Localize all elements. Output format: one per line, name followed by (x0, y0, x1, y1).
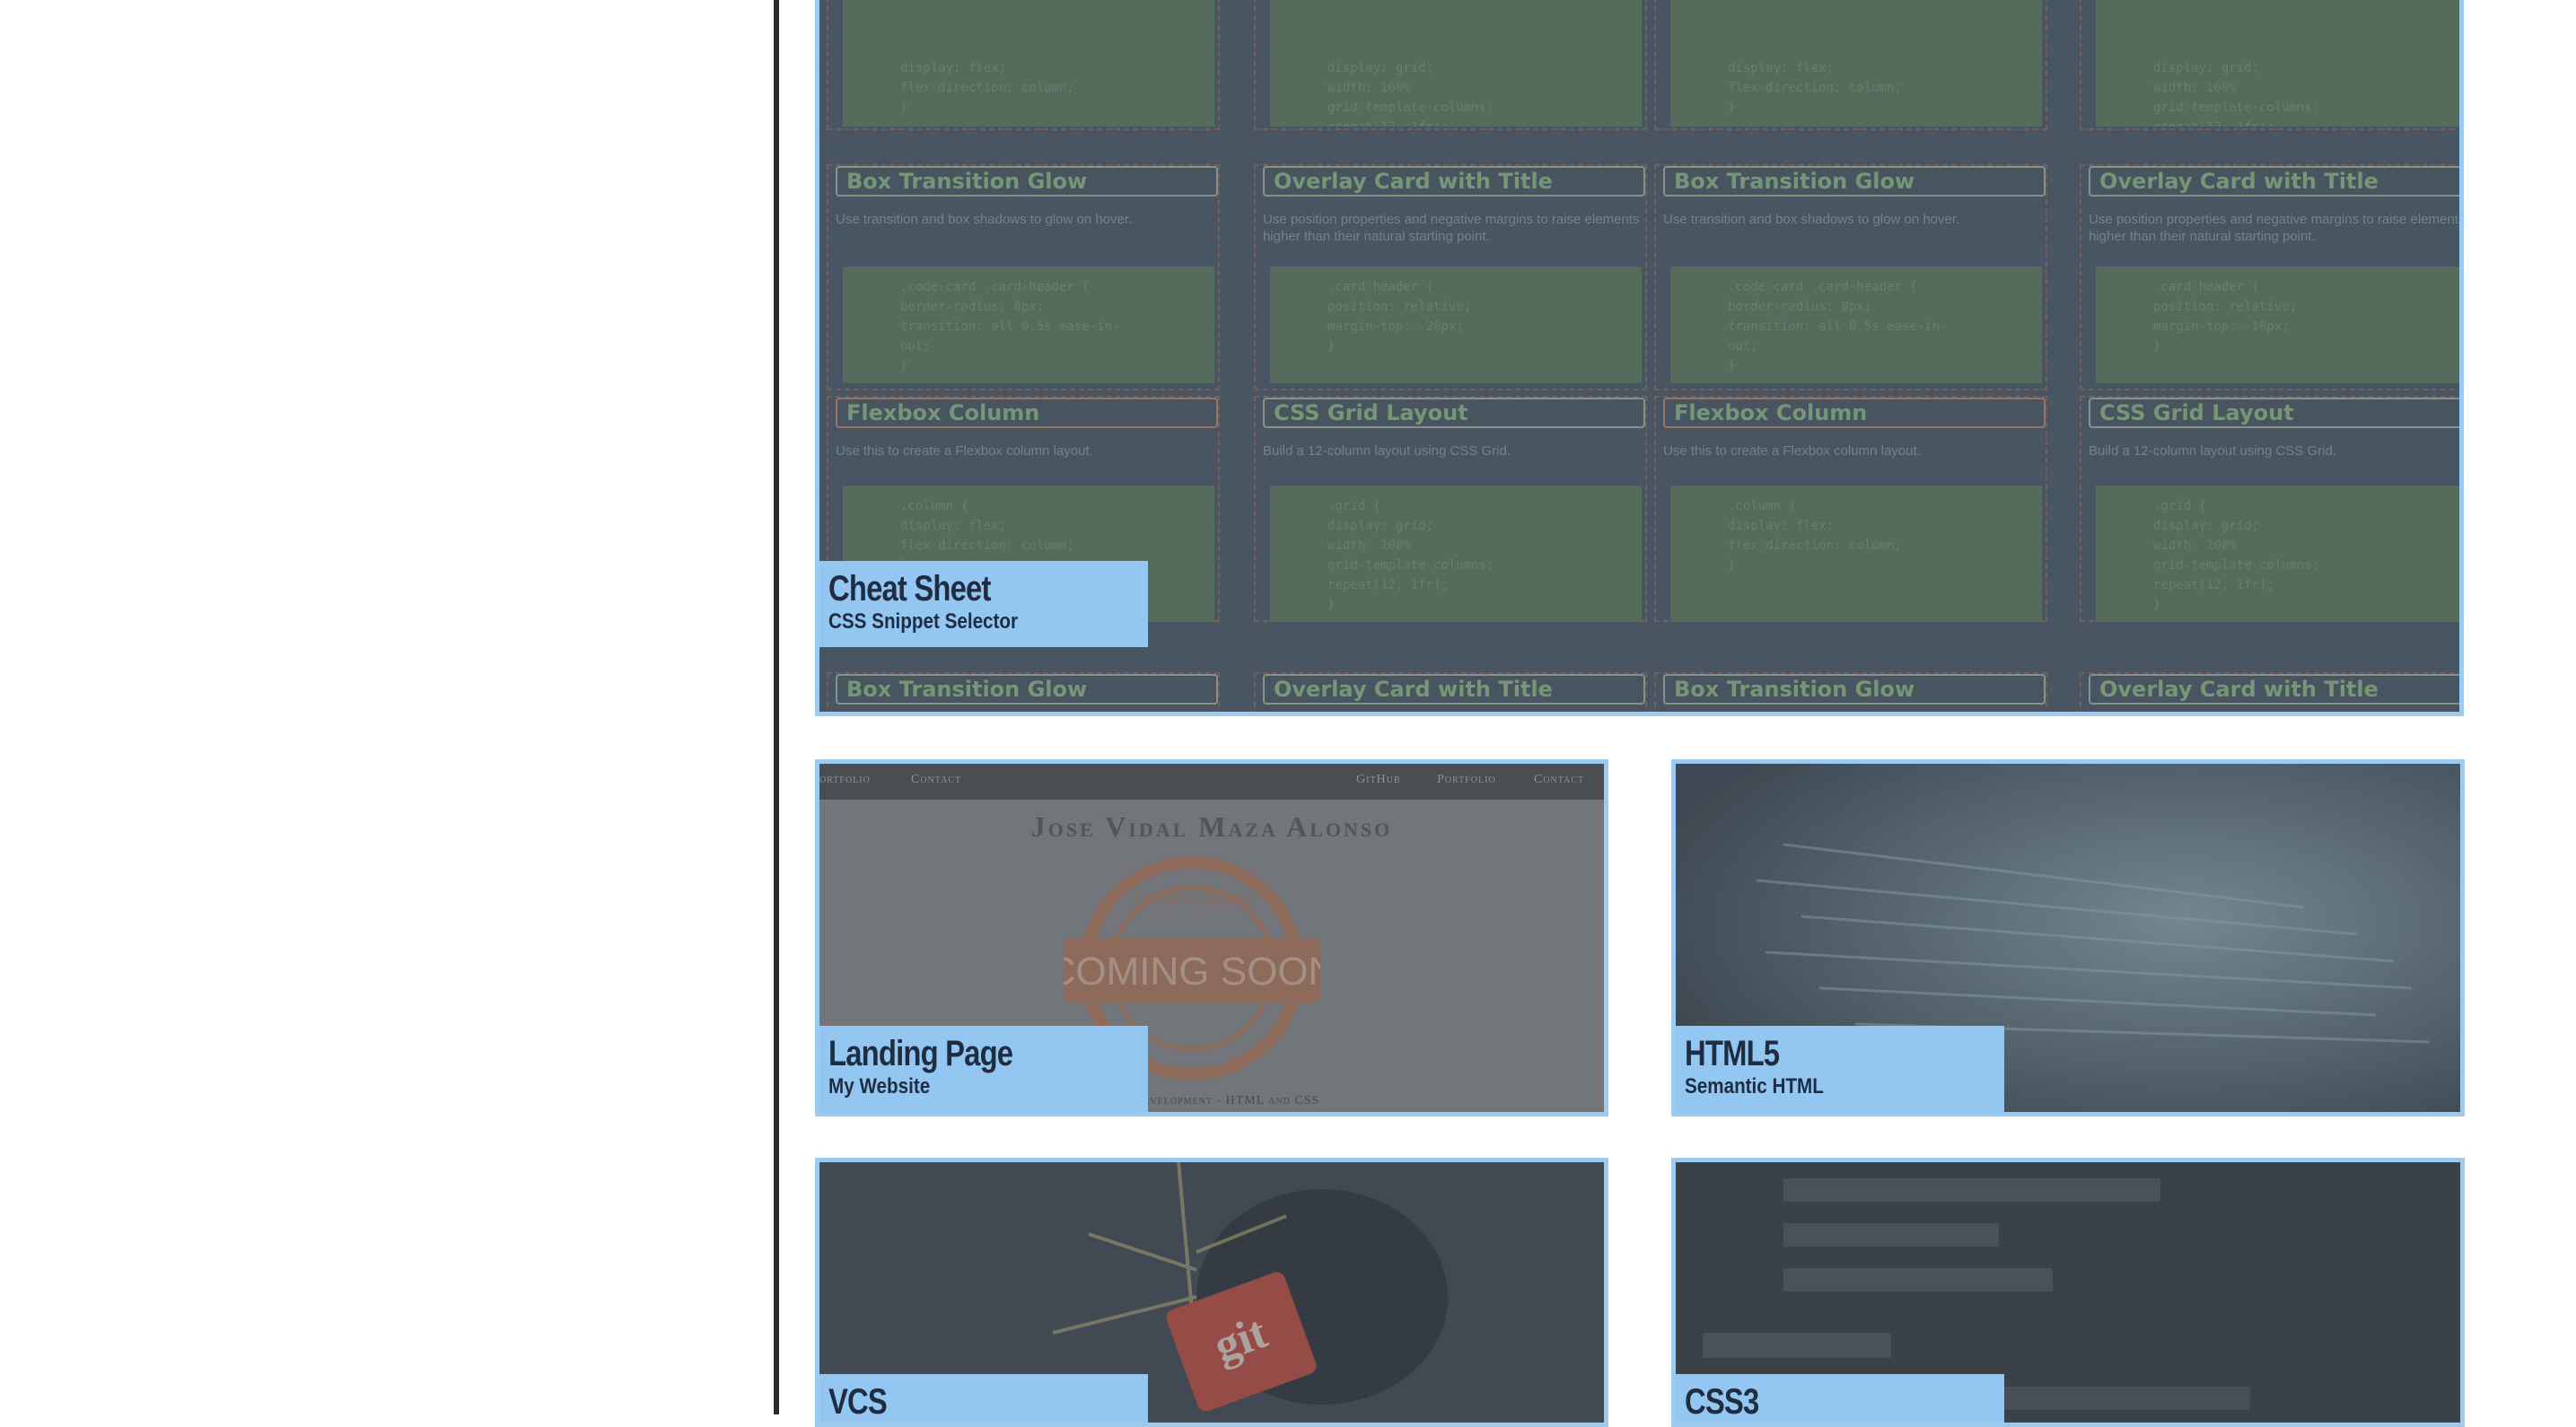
snippet-card[interactable]: Flexbox Column Use this to create a Flexb… (1654, 396, 2047, 622)
card-title: CSS3 (1685, 1382, 1759, 1422)
snippet-description: Use this to create a Flexbox column layo… (836, 443, 1093, 459)
card-label: HTML5 Semantic HTML (1676, 1026, 2004, 1112)
snippet-title: Overlay Card with Title (1263, 166, 1645, 197)
card-subtitle: My Website (828, 1074, 931, 1099)
project-card-css3[interactable]: CSS3 (1671, 1158, 2465, 1427)
snippet-card[interactable]: Box Transition Glow (1654, 672, 2047, 712)
snippet-code: .card-header { position: relative; margi… (2096, 267, 2459, 383)
snippet-card[interactable]: display: grid; width: 100% grid-template… (2080, 0, 2459, 130)
project-card-cheat-sheet[interactable]: display: flex; flex-direction: column; }… (815, 0, 2464, 716)
card-label: Cheat Sheet CSS Snippet Selector (819, 561, 1148, 647)
project-card-landing-page[interactable]: ortfolio Contact GitHub Portfolio Contac… (815, 759, 1608, 1116)
snippet-code: .column { display: flex; flex-direction:… (1670, 486, 2042, 622)
card-title: HTML5 (1685, 1034, 1780, 1073)
snippet-code: .grid { display: grid; width: 100% grid-… (1270, 486, 1642, 622)
preview-heading: Jose Vidal Maza Alonso (1030, 810, 1393, 843)
snippet-code: .card-header { position: relative; margi… (1270, 267, 1642, 383)
snippet-card[interactable]: Box Transition Glow Use transition and bo… (1654, 164, 2047, 390)
sidebar-divider (774, 0, 779, 1414)
snippet-title: Box Transition Glow (836, 674, 1218, 705)
snippet-title: Box Transition Glow (1663, 674, 2046, 705)
snippet-code: .grid { display: grid; width: 100% grid-… (2096, 486, 2459, 622)
snippet-code: display: grid; width: 100% grid-template… (2096, 0, 2459, 127)
card-title: Landing Page (828, 1034, 1013, 1073)
snippet-card[interactable]: display: grid; width: 100% grid-template… (1254, 0, 1647, 130)
snippet-title: Overlay Card with Title (2089, 674, 2459, 705)
card-label: VCS (819, 1374, 1148, 1423)
snippet-card[interactable]: display: flex; flex-direction: column; } (1654, 0, 2047, 130)
snippet-card[interactable]: CSS Grid Layout Build a 12-column layout … (1254, 396, 1647, 622)
snippet-title: Overlay Card with Title (1263, 674, 1645, 705)
preview-navbar: ortfolio Contact GitHub Portfolio Contac… (819, 764, 1604, 800)
snippet-card[interactable]: Overlay Card with Title Use position prop… (2080, 164, 2464, 390)
snippet-card[interactable]: Box Transition Glow Use transition and bo… (827, 164, 1220, 390)
snippet-code: display: flex; flex-direction: column; } (1670, 0, 2042, 127)
snippet-card[interactable]: Overlay Card with Title (1254, 672, 1647, 712)
card-label: Landing Page My Website (819, 1026, 1148, 1112)
snippet-description: Use transition and box shadows to glow o… (1663, 212, 1960, 227)
project-card-vcs[interactable]: git VCS (815, 1158, 1608, 1427)
nav-link: Contact (911, 773, 962, 786)
snippet-description: Build a 12-column layout using CSS Grid. (2089, 443, 2336, 459)
snippet-title: Overlay Card with Title (2089, 166, 2459, 197)
stamp-text: COMING SOON (1064, 950, 1320, 994)
card-title: VCS (828, 1382, 888, 1422)
snippet-title: Box Transition Glow (1663, 166, 2046, 197)
snippet-description: Build a 12-column layout using CSS Grid. (1263, 443, 1511, 459)
snippet-title: CSS Grid Layout (1263, 398, 1645, 428)
snippet-code: display: grid; width: 100% grid-template… (1270, 0, 1642, 127)
project-card-html5[interactable]: HTML5 Semantic HTML (1671, 759, 2465, 1116)
card-label: CSS3 (1676, 1374, 2004, 1423)
snippet-description: Use this to create a Flexbox column layo… (1663, 443, 1921, 459)
snippet-title: Flexbox Column (1663, 398, 2046, 428)
card-subtitle: Semantic HTML (1685, 1074, 1824, 1099)
snippet-card[interactable]: Overlay Card with Title (2080, 672, 2459, 712)
card-subtitle: CSS Snippet Selector (828, 609, 1019, 634)
nav-link: GitHub (1356, 773, 1401, 786)
snippet-card[interactable]: CSS Grid Layout Build a 12-column layout … (2080, 396, 2459, 622)
nav-link: Portfolio (1437, 773, 1496, 786)
nav-link: ortfolio (819, 773, 871, 786)
snippet-card[interactable]: display: flex; flex-direction: column; } (827, 0, 1220, 130)
card-title: Cheat Sheet (828, 569, 991, 608)
snippet-card[interactable]: Box Transition Glow (827, 672, 1220, 712)
snippet-title: Flexbox Column (836, 398, 1218, 428)
stamp-ring-text: COMING SOON (1133, 891, 1251, 909)
snippet-card[interactable]: Overlay Card with Title Use position prop… (1254, 164, 1647, 390)
snippet-code: display: flex; flex-direction: column; } (843, 0, 1214, 127)
snippet-description: Use position properties and negative mar… (1263, 212, 1640, 244)
snippet-description: Use position properties and negative mar… (2089, 212, 2464, 244)
snippet-code: .code-card .card-header { border-radius:… (1670, 267, 2042, 383)
snippet-description: Use transition and box shadows to glow o… (836, 212, 1133, 227)
snippet-title: CSS Grid Layout (2089, 398, 2459, 428)
nav-link: Contact (1534, 773, 1585, 786)
snippet-title: Box Transition Glow (836, 166, 1218, 197)
snippet-code: .code-card .card-header { border-radius:… (843, 267, 1214, 383)
